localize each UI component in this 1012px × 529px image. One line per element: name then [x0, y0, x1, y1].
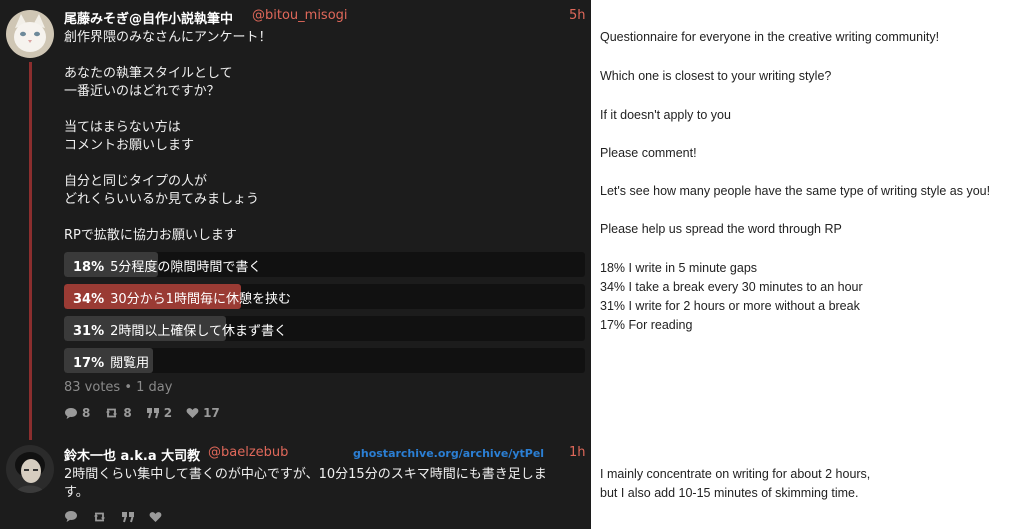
poll-label: 2時間以上確保して休まず書く — [110, 324, 288, 339]
poll-label: 閲覧用 — [110, 356, 150, 371]
poll-option-text: 18% 5分程度の隙間時間で書く — [73, 256, 261, 275]
reply-text: 2時間くらい集中して書くのが中心ですが、10分15分のスキマ時間にも書き足しま … — [64, 467, 547, 500]
poll-option[interactable]: 34% 30分から1時間毎に休憩を挟む — [64, 284, 585, 309]
reply-time[interactable]: 1h — [569, 445, 586, 460]
reply-icon — [65, 511, 77, 522]
poll-percent: 18% — [73, 260, 105, 275]
author-handle[interactable]: @bitou_misogi — [252, 8, 348, 23]
poll-option-text: 17% 閲覧用 — [73, 352, 149, 371]
avatar-reply-author[interactable] — [6, 445, 54, 493]
avatar-cat[interactable] — [6, 10, 54, 58]
reply-count: 8 — [82, 406, 91, 420]
poll-percent: 34% — [73, 292, 105, 307]
reply-icon — [65, 407, 77, 419]
poll-option[interactable]: 18% 5分程度の隙間時間で書く — [64, 252, 585, 277]
quote-button[interactable]: 2 — [146, 406, 172, 420]
repost-button[interactable]: 8 — [104, 406, 132, 420]
translation-panel: Questionnaire for everyone in the creati… — [591, 0, 1012, 529]
post-time[interactable]: 5h — [569, 8, 586, 23]
reply-button[interactable]: 8 — [64, 406, 90, 420]
reply-actions — [64, 510, 162, 523]
reply-author-name[interactable]: 鈴木一也 a.k.a 大司教 — [64, 445, 200, 464]
translation-line: Please comment! — [600, 146, 697, 160]
quote-icon — [146, 408, 159, 419]
repost-icon — [106, 408, 118, 418]
reply-author-handle[interactable]: @baelzebub — [208, 445, 288, 460]
poll-label: 5分程度の隙間時間で書く — [110, 260, 262, 275]
poll-option-text: 31% 2時間以上確保して休まず書く — [73, 320, 287, 339]
heart-icon — [149, 511, 162, 522]
post-thread-panel: 尾藤みそぎ@自作小説執筆中 @bitou_misogi 5h 創作界隈のみなさん… — [0, 0, 591, 529]
like-button[interactable]: 17 — [186, 406, 220, 420]
repost-button[interactable] — [92, 510, 107, 523]
translation-line: Let's see how many people have the same … — [600, 184, 991, 198]
like-count: 17 — [203, 406, 220, 420]
poll-option[interactable]: 17% 閲覧用 — [64, 348, 585, 373]
heart-icon — [186, 408, 199, 418]
translation-line: 34% I take a break every 30 minutes to a… — [600, 280, 863, 294]
post-actions: 8 8 2 17 — [64, 406, 220, 420]
poll-percent: 17% — [73, 356, 105, 371]
poll-percent: 31% — [73, 324, 105, 339]
translation-line: 18% I write in 5 minute gaps — [600, 261, 758, 275]
poll-option-text: 34% 30分から1時間毎に休憩を挟む — [73, 288, 291, 307]
thread-line — [29, 62, 32, 440]
quote-count: 2 — [163, 406, 173, 420]
quote-button[interactable] — [121, 510, 135, 523]
repost-count: 8 — [123, 406, 132, 420]
translation-line: Which one is closest to your writing sty… — [600, 69, 832, 83]
poll-option[interactable]: 31% 2時間以上確保して休まず書く — [64, 316, 585, 341]
quote-icon — [122, 511, 134, 522]
poll-label: 30分から1時間毎に休憩を挟む — [110, 292, 291, 307]
translation-line: Please help us spread the word through R… — [600, 222, 842, 236]
reply-button[interactable] — [64, 510, 78, 523]
translation-line: I mainly concentrate on writing for abou… — [600, 467, 871, 481]
archive-watermark: ghostarchive.org/archive/ytPel — [353, 447, 545, 460]
translation-line: If it doesn't apply to you — [600, 108, 731, 122]
translation-line: 17% For reading — [600, 318, 693, 332]
translation-line: 31% I write for 2 hours or more without … — [600, 299, 860, 313]
translation-line: Questionnaire for everyone in the creati… — [600, 30, 940, 44]
poll-votes: 83 votes • 1 day — [64, 380, 173, 395]
repost-icon — [94, 512, 105, 521]
like-button[interactable] — [149, 510, 162, 523]
translation-line: but I also add 10-15 minutes of skimming… — [600, 486, 859, 500]
author-name[interactable]: 尾藤みそぎ@自作小説執筆中 — [64, 8, 233, 27]
post-text: 創作界隈のみなさんにアンケート！ あなたの執筆スタイルとして 一番近いのはどれで… — [64, 30, 272, 243]
